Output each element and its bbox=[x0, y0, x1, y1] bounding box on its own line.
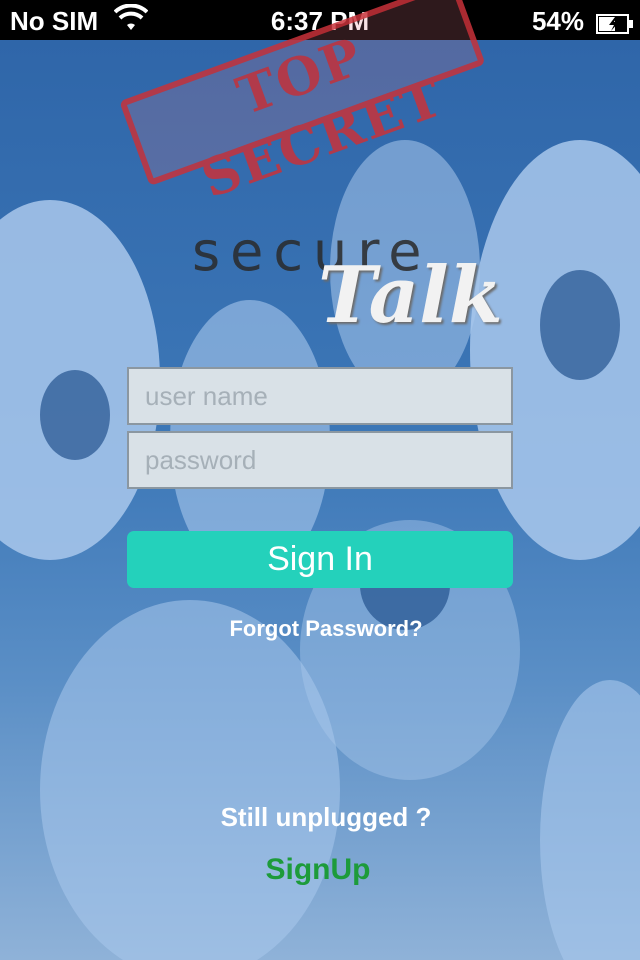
battery-percent: 54% bbox=[531, 6, 584, 36]
sign-up-link[interactable]: SignUp bbox=[0, 853, 636, 887]
username-input[interactable] bbox=[143, 379, 511, 413]
password-input[interactable] bbox=[143, 443, 511, 477]
password-field[interactable] bbox=[127, 431, 513, 489]
logo-talk-text: Talk bbox=[318, 250, 503, 341]
username-field[interactable] bbox=[127, 367, 513, 425]
battery-charging-icon bbox=[596, 10, 633, 34]
forgot-password-link[interactable]: Forgot Password? bbox=[0, 616, 640, 642]
sign-in-button[interactable]: Sign In bbox=[127, 531, 513, 588]
still-unplugged-label: Still unplugged ? bbox=[220, 802, 432, 832]
